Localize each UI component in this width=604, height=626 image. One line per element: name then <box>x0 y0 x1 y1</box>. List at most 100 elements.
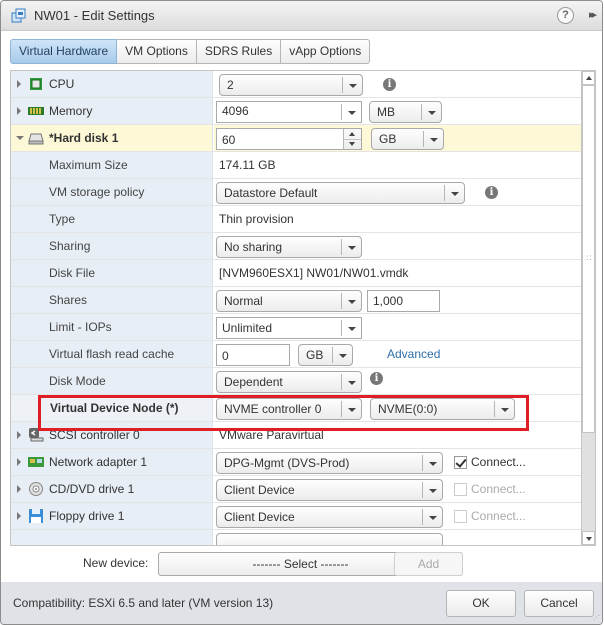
hard-disk-size-input[interactable]: 60 <box>216 128 362 150</box>
cd-dvd-connect-checkbox[interactable] <box>454 483 467 496</box>
cpu-count-value: 2 <box>227 78 234 92</box>
expand-arrow-icon[interactable] <box>17 485 21 493</box>
tab-bar: Virtual Hardware VM Options SDRS Rules v… <box>10 39 371 64</box>
memory-label: Memory <box>49 104 93 118</box>
network-connect-label: Connect... <box>471 455 526 469</box>
floppy-value: Client Device <box>224 510 295 524</box>
limit-iops-label: Limit - IOPs <box>49 320 112 334</box>
tab-sdrs-rules[interactable]: SDRS Rules <box>196 39 282 64</box>
resize-grip-icon[interactable]: ⋰ <box>593 614 600 622</box>
scroll-down-icon[interactable] <box>582 531 595 545</box>
shares-number-input[interactable]: 1,000 <box>367 290 440 312</box>
advanced-link[interactable]: Advanced <box>387 347 440 361</box>
floppy-connect-label: Connect... <box>471 509 526 523</box>
network-connect-checkbox[interactable] <box>454 456 467 469</box>
chevron-down-icon <box>341 374 361 390</box>
add-button[interactable]: Add <box>394 552 463 576</box>
row-maximum-size: Maximum Size 174.11 GB <box>11 152 582 179</box>
flash-cache-input[interactable]: 0 <box>216 344 290 366</box>
info-icon[interactable]: i <box>370 372 383 385</box>
new-device-label: New device: <box>83 556 149 570</box>
compatibility-text: Compatibility: ESXi 6.5 and later (VM ve… <box>13 596 274 610</box>
memory-unit-value: MB <box>377 105 395 119</box>
dialog-title: NW01 - Edit Settings <box>34 8 155 23</box>
highlight-box <box>38 395 529 431</box>
shares-value: Normal <box>224 294 263 308</box>
hard-disk-size-value: 60 <box>222 133 236 147</box>
grid-scrollbar[interactable]: :: <box>581 71 595 545</box>
hard-disk-unit-select[interactable]: GB <box>371 128 444 150</box>
tab-vm-options[interactable]: VM Options <box>117 39 197 64</box>
cd-dvd-select[interactable]: Client Device <box>216 479 443 501</box>
info-icon[interactable]: i <box>485 186 498 199</box>
network-adapter-icon <box>28 457 44 467</box>
expand-arrow-icon[interactable] <box>17 80 21 88</box>
chevron-down-icon <box>341 104 361 120</box>
vm-icon <box>11 8 26 23</box>
cancel-button[interactable]: Cancel <box>524 590 594 617</box>
shares-select[interactable]: Normal <box>216 290 362 312</box>
row-disk-mode: Disk Mode Dependent i <box>11 368 582 395</box>
chevron-down-icon <box>422 509 442 525</box>
row-partial <box>11 530 582 545</box>
help-icon[interactable]: ? <box>557 7 574 24</box>
limit-iops-value: Unlimited <box>222 321 273 335</box>
row-type: Type Thin provision <box>11 206 582 233</box>
title-bar[interactable]: NW01 - Edit Settings ? ▸▸ <box>1 1 602 31</box>
floppy-connect-checkbox[interactable] <box>454 510 467 523</box>
hard-disk-unit-value: GB <box>379 132 397 146</box>
sharing-label: Sharing <box>49 239 91 253</box>
network-select[interactable]: DPG-Mgmt (DVS-Prod) <box>216 452 443 474</box>
memory-size-value: 4096 <box>222 104 249 118</box>
hardware-grid: CPU 2 i Memory 4096 MB *Hard disk 1 60 G… <box>10 70 596 546</box>
disk-mode-select[interactable]: Dependent <box>216 371 362 393</box>
row-vm-storage-policy: VM storage policy Datastore Default i <box>11 179 582 206</box>
chevron-down-icon <box>422 455 442 471</box>
info-icon[interactable]: i <box>383 78 396 91</box>
partial-select[interactable] <box>216 533 443 545</box>
cd-dvd-value: Client Device <box>224 483 295 497</box>
row-network-adapter: Network adapter 1 DPG-Mgmt (DVS-Prod) Co… <box>11 449 582 476</box>
expand-arrow-icon[interactable] <box>17 512 21 520</box>
cd-dvd-connect-label: Connect... <box>471 482 526 496</box>
row-disk-file: Disk File [NVM960ESX1] NW01/NW01.vmdk <box>11 260 582 287</box>
shares-number-value: 1,000 <box>373 294 404 308</box>
row-limit-iops: Limit - IOPs Unlimited <box>11 314 582 341</box>
memory-unit-select[interactable]: MB <box>369 101 442 123</box>
sharing-select[interactable]: No sharing <box>216 236 362 258</box>
vm-storage-policy-select[interactable]: Datastore Default <box>216 182 465 204</box>
scroll-up-icon[interactable] <box>582 71 595 85</box>
floppy-icon <box>29 509 43 523</box>
maximum-size-label: Maximum Size <box>49 158 128 172</box>
grip-icon: :: <box>586 253 593 262</box>
memory-size-combo[interactable]: 4096 <box>216 101 362 123</box>
row-floppy-drive: Floppy drive 1 Client Device Connect... <box>11 503 582 530</box>
floppy-select[interactable]: Client Device <box>216 506 443 528</box>
tab-vapp-options[interactable]: vApp Options <box>281 39 371 64</box>
hard-disk-icon <box>28 133 44 145</box>
tab-virtual-hardware[interactable]: Virtual Hardware <box>10 39 118 64</box>
disk-mode-label: Disk Mode <box>49 374 106 388</box>
row-sharing: Sharing No sharing <box>11 233 582 260</box>
scroll-thumb[interactable]: :: <box>582 85 595 433</box>
ok-button[interactable]: OK <box>446 590 516 617</box>
chevron-down-icon <box>422 482 442 498</box>
cpu-icon <box>30 78 42 90</box>
disk-file-label: Disk File <box>49 266 96 280</box>
expand-arrow-icon[interactable] <box>17 107 21 115</box>
expand-icon[interactable]: ▸▸ <box>589 8 597 21</box>
limit-iops-combo[interactable]: Unlimited <box>216 317 362 339</box>
row-memory: Memory 4096 MB <box>11 98 582 125</box>
row-shares: Shares Normal 1,000 <box>11 287 582 314</box>
cpu-count-select[interactable]: 2 <box>219 74 363 96</box>
flash-cache-unit-value: GB <box>306 348 324 362</box>
flash-cache-unit-select[interactable]: GB <box>298 344 353 366</box>
hard-disk-label: *Hard disk 1 <box>49 131 119 145</box>
expand-arrow-icon[interactable] <box>17 431 21 439</box>
network-adapter-label: Network adapter 1 <box>49 455 148 469</box>
type-value: Thin provision <box>219 212 294 226</box>
expand-arrow-icon[interactable] <box>17 458 21 466</box>
sharing-value: No sharing <box>224 240 283 254</box>
type-label: Type <box>49 212 76 226</box>
collapse-arrow-icon[interactable] <box>16 136 24 140</box>
